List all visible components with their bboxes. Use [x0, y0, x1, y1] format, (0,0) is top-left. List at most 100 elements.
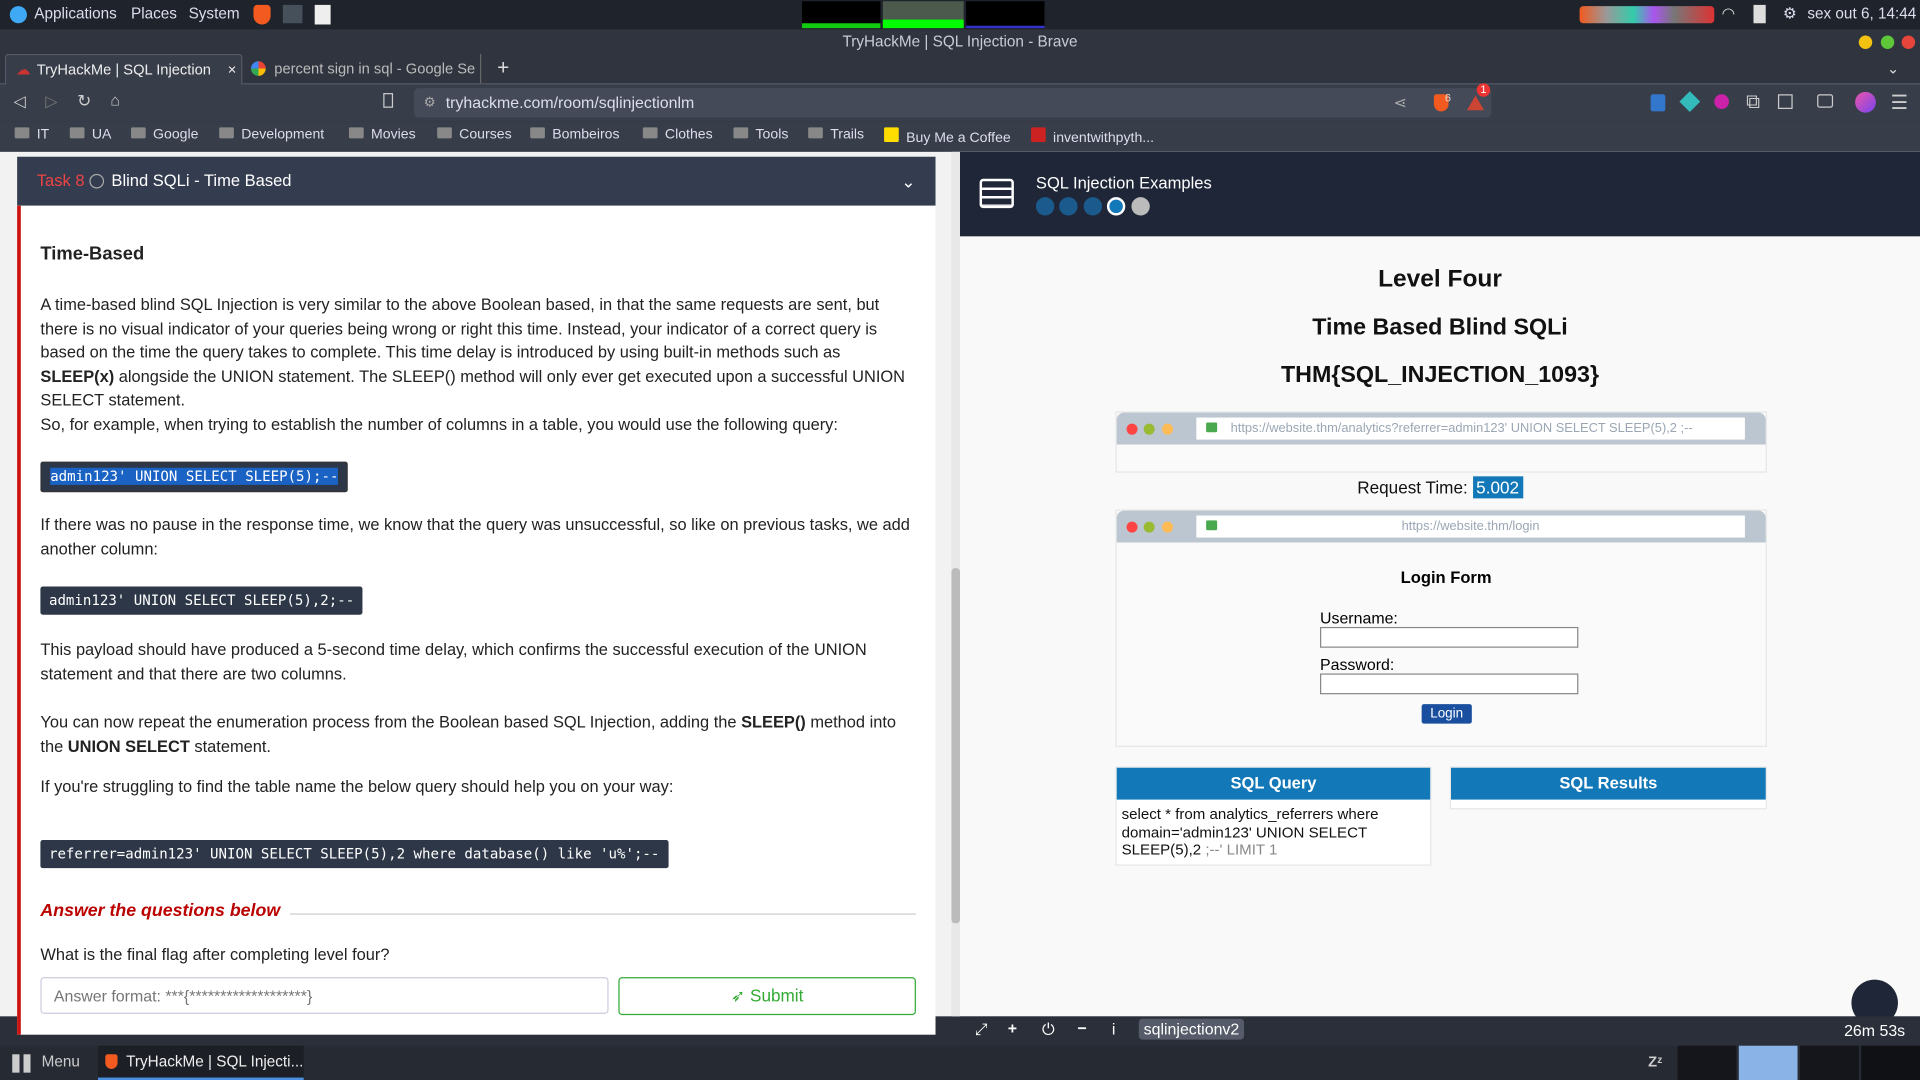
taskbar: Menu TryHackMe | SQL Injecti... Zᶻ	[0, 1045, 1920, 1080]
inventwithpython-icon	[1031, 127, 1046, 143]
progress-step-5[interactable]	[1131, 197, 1150, 216]
submit-button[interactable]: ➶ Submit	[618, 977, 916, 1016]
bookmark-folder-movies[interactable]: Movies	[348, 127, 416, 142]
extension-bitwarden-icon[interactable]	[1650, 94, 1666, 112]
new-tab-button[interactable]: +	[497, 54, 509, 83]
taskbar-window-brave[interactable]: TryHackMe | SQL Injecti...	[97, 1045, 304, 1080]
bookmark-icon[interactable]	[383, 93, 394, 108]
tab-google[interactable]: percent sign in sql - Google Se	[245, 53, 482, 84]
scrollbar[interactable]	[951, 151, 961, 1017]
battery-icon[interactable]	[1753, 4, 1766, 24]
address-bar[interactable]: ⚙ tryhackme.com/room/sqlinjectionlm ⋖ 6 …	[413, 83, 1492, 118]
workspace-1[interactable]	[1677, 1045, 1737, 1080]
flag-text: THM{SQL_INJECTION_1093}	[1280, 362, 1600, 389]
bookmark-folder-trails[interactable]: Trails	[808, 127, 864, 142]
bookmark-inventwithpython[interactable]: inventwithpyth...	[1031, 127, 1154, 146]
tryhackme-favicon-icon: ☁	[15, 61, 31, 79]
login-button[interactable]: Login	[1421, 704, 1472, 724]
sidebar-icon[interactable]	[1777, 94, 1793, 109]
workspace-2-active[interactable]	[1738, 1045, 1798, 1080]
memory-graph	[882, 1, 964, 29]
fullscreen-icon[interactable]: ⤢	[975, 1020, 988, 1040]
home-icon[interactable]: ⌂	[110, 91, 120, 109]
task-content: Time-Based A time-based blind SQL Inject…	[17, 205, 936, 1035]
add-time-icon[interactable]: +	[1008, 1019, 1017, 1037]
bookmark-buy-me-a-coffee[interactable]: Buy Me a Coffee	[884, 127, 1011, 146]
progress-step-1[interactable]	[1035, 197, 1055, 216]
folder-icon	[437, 127, 452, 139]
username-input[interactable]	[1320, 626, 1579, 648]
menu-applications[interactable]: Applications	[34, 5, 117, 22]
scrollbar-thumb[interactable]	[951, 568, 961, 924]
bookmark-folder-it[interactable]: IT	[14, 127, 49, 142]
share-icon[interactable]: ⋖	[1393, 88, 1406, 117]
bookmark-folder-courses[interactable]: Courses	[437, 127, 512, 142]
start-menu-button[interactable]: Menu	[42, 1053, 80, 1070]
back-icon[interactable]: ◁	[13, 92, 25, 112]
chevron-down-icon[interactable]: ⌄	[901, 157, 915, 206]
menu-hamburger-icon[interactable]: ☰	[1891, 91, 1909, 115]
paragraph-delay: This payload should have produced a 5-se…	[40, 640, 867, 683]
lab-header: SQL Injection Examples	[960, 151, 1920, 237]
sql-query-text: select * from analytics_referrers where …	[1121, 805, 1379, 859]
maximize-button[interactable]	[1880, 35, 1895, 49]
progress-step-4-current[interactable]	[1106, 197, 1126, 216]
password-input[interactable]	[1320, 673, 1579, 695]
mock-url-analytics: https://website.thm/analytics?referrer=a…	[1196, 417, 1745, 440]
mock-close-dot	[1126, 423, 1138, 435]
tray-icons[interactable]	[1579, 6, 1715, 24]
extension-ublock-icon[interactable]	[1714, 94, 1729, 109]
sql-query-box: SQL Query select * from analytics_referr…	[1115, 766, 1432, 866]
minus-icon[interactable]: −	[1078, 1019, 1087, 1037]
code-block-1: admin123' UNION SELECT SLEEP(5);--	[40, 461, 349, 493]
paragraph-add-column: If there was no pause in the response ti…	[40, 515, 910, 558]
wallet-icon[interactable]	[1817, 94, 1834, 108]
profile-avatar[interactable]	[1855, 91, 1876, 113]
workspace-3[interactable]	[1800, 1045, 1859, 1080]
request-time: Request Time: 5.002	[960, 476, 1920, 499]
tab-strip: ☁ TryHackMe | SQL Injection × percent si…	[0, 53, 1920, 85]
tab-tryhackme[interactable]: ☁ TryHackMe | SQL Injection ×	[4, 53, 243, 85]
rewards-icon[interactable]	[1466, 95, 1485, 111]
brave-launcher-icon[interactable]	[253, 4, 271, 25]
mock-browser-login: https://website.thm/login Login Form Use…	[1115, 509, 1767, 747]
minimize-button[interactable]	[1858, 35, 1873, 49]
task-header[interactable]: Task 8 Blind SQLi - Time Based ⌄	[17, 156, 936, 206]
bookmark-folder-google[interactable]: Google	[131, 127, 198, 142]
site-settings-icon[interactable]: ⚙	[424, 88, 436, 117]
power-icon[interactable]: ⏻	[1042, 1020, 1055, 1040]
reload-icon[interactable]: ↻	[77, 91, 91, 112]
bookmark-folder-clothes[interactable]: Clothes	[642, 127, 713, 142]
workspace-4[interactable]	[1861, 1045, 1920, 1080]
username-label: Username:	[1320, 608, 1398, 627]
url-text: tryhackme.com/room/sqlinjectionlm	[445, 93, 695, 112]
wifi-icon[interactable]: ◠	[1722, 4, 1735, 22]
terminal-launcher-icon[interactable]	[282, 4, 303, 24]
extensions-puzzle-icon[interactable]: ⧉	[1746, 92, 1760, 114]
answer-heading: Answer the questions below	[40, 901, 281, 921]
bookmark-folder-ua[interactable]: UA	[69, 127, 111, 142]
close-tab-icon[interactable]: ×	[228, 55, 237, 84]
distro-logo-icon[interactable]	[9, 6, 27, 24]
progress-step-2[interactable]	[1059, 197, 1078, 216]
folder-icon	[69, 127, 85, 139]
extension-icon[interactable]	[1679, 91, 1701, 113]
bookmark-folder-development[interactable]: Development	[219, 127, 324, 142]
progress-step-3[interactable]	[1083, 197, 1103, 216]
close-window-button[interactable]	[1901, 35, 1916, 49]
power-icon[interactable]: ⚙	[1783, 4, 1797, 22]
menu-system[interactable]: System	[189, 5, 240, 22]
mock-url-login: https://website.thm/login	[1196, 515, 1745, 538]
bookmark-folder-bombeiros[interactable]: Bombeiros	[530, 127, 620, 142]
mock-browser-analytics: https://website.thm/analytics?referrer=a…	[1115, 411, 1767, 473]
answer-input[interactable]	[40, 977, 609, 1014]
task-panel: Task 8 Blind SQLi - Time Based ⌄ Time-Ba…	[17, 156, 936, 1035]
menu-places[interactable]: Places	[131, 5, 177, 22]
sleep-icon[interactable]: Zᶻ	[1648, 1053, 1662, 1070]
text-editor-launcher-icon[interactable]	[314, 4, 331, 25]
tab-list-chevron-icon[interactable]: ⌄	[1887, 54, 1899, 83]
menu-grid-icon[interactable]	[12, 1054, 31, 1073]
info-icon[interactable]: i	[1112, 1020, 1116, 1038]
forward-icon[interactable]: ▷	[45, 92, 57, 112]
bookmark-folder-tools[interactable]: Tools	[733, 127, 788, 142]
